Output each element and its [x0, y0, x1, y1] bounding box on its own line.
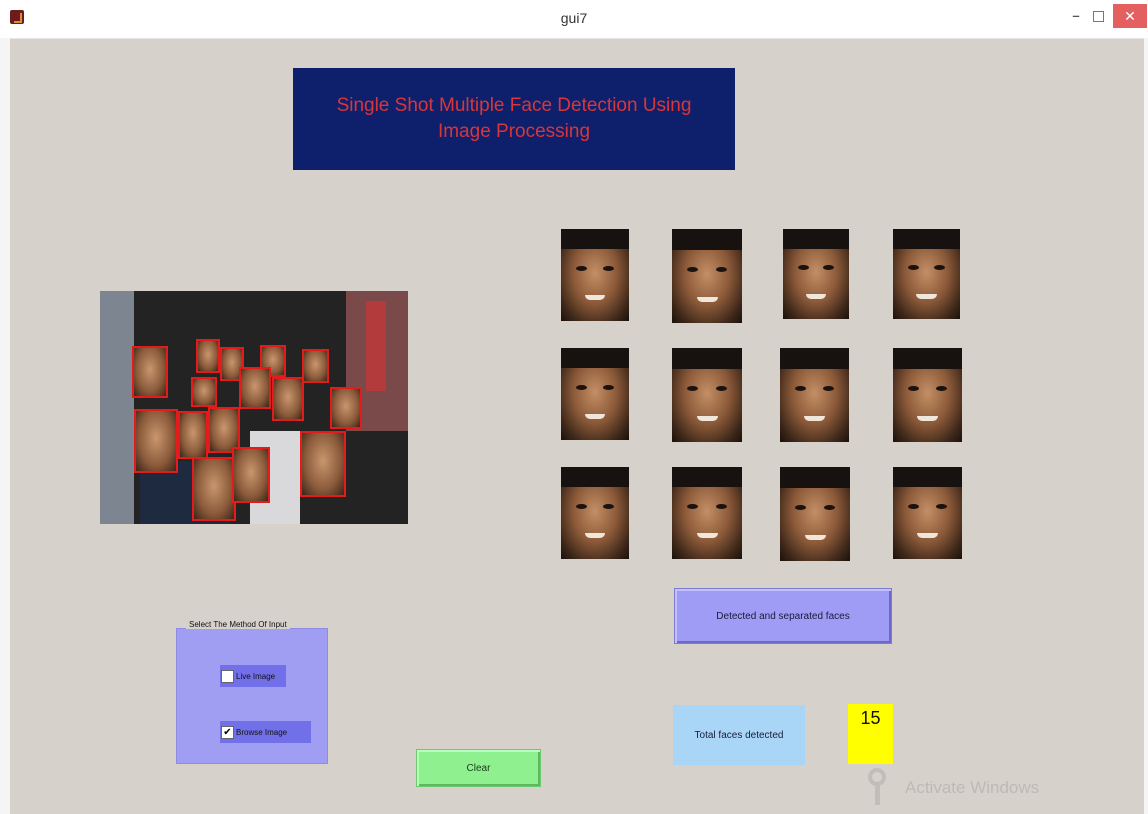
window-frame-right — [1144, 38, 1148, 814]
browse-image-checkbox[interactable]: ✔ — [221, 725, 234, 739]
detection-box — [300, 431, 346, 497]
detected-face-8 — [893, 348, 962, 442]
browse-image-label: Browse Image — [236, 727, 288, 737]
title-bar: gui7 – ✕ — [0, 0, 1148, 39]
detected-face-11 — [780, 467, 850, 561]
total-faces-count: 15 — [848, 704, 893, 764]
detected-face-5 — [561, 348, 629, 440]
live-image-checkbox[interactable] — [221, 669, 234, 683]
window-frame-left — [0, 38, 10, 814]
detection-box — [191, 377, 217, 407]
detection-box — [272, 377, 304, 421]
detected-face-3 — [783, 229, 849, 319]
detected-face-4 — [893, 229, 960, 319]
app-title-panel: Single Shot Multiple Face Detection Usin… — [293, 68, 735, 170]
detected-face-7 — [780, 348, 849, 442]
live-image-label: Live Image — [236, 671, 276, 681]
input-image-axes — [100, 291, 408, 524]
detection-box — [302, 349, 329, 383]
detection-box — [232, 447, 270, 503]
detected-face-10 — [672, 467, 742, 559]
separated-faces-button[interactable]: Detected and separated faces — [674, 588, 892, 644]
detection-box — [192, 457, 236, 521]
input-method-legend: Select The Method Of Input — [186, 620, 290, 629]
browse-image-option[interactable]: ✔ Browse Image — [220, 721, 311, 743]
detection-box — [196, 339, 220, 373]
app-title: Single Shot Multiple Face Detection Usin… — [336, 95, 692, 142]
close-icon[interactable]: ✕ — [1113, 4, 1147, 28]
detection-box — [134, 409, 178, 473]
window-title: gui7 — [560, 10, 588, 26]
detection-box — [178, 411, 208, 459]
maximize-icon[interactable] — [1090, 4, 1106, 28]
detected-face-12 — [893, 467, 962, 559]
detected-face-2 — [672, 229, 742, 323]
minimize-icon[interactable]: – — [1068, 4, 1084, 28]
detection-box — [239, 367, 271, 409]
detected-face-6 — [672, 348, 742, 442]
detection-box — [330, 387, 362, 429]
key-icon — [866, 768, 892, 808]
detected-face-9 — [561, 467, 629, 559]
detected-face-1 — [561, 229, 629, 321]
total-faces-label: Total faces detected — [673, 705, 805, 765]
live-image-option[interactable]: Live Image — [220, 665, 286, 687]
clear-button[interactable]: Clear — [416, 749, 541, 787]
activate-windows-watermark: Activate Windows — [905, 778, 1040, 797]
input-method-panel — [176, 628, 328, 764]
detection-box — [132, 346, 168, 398]
